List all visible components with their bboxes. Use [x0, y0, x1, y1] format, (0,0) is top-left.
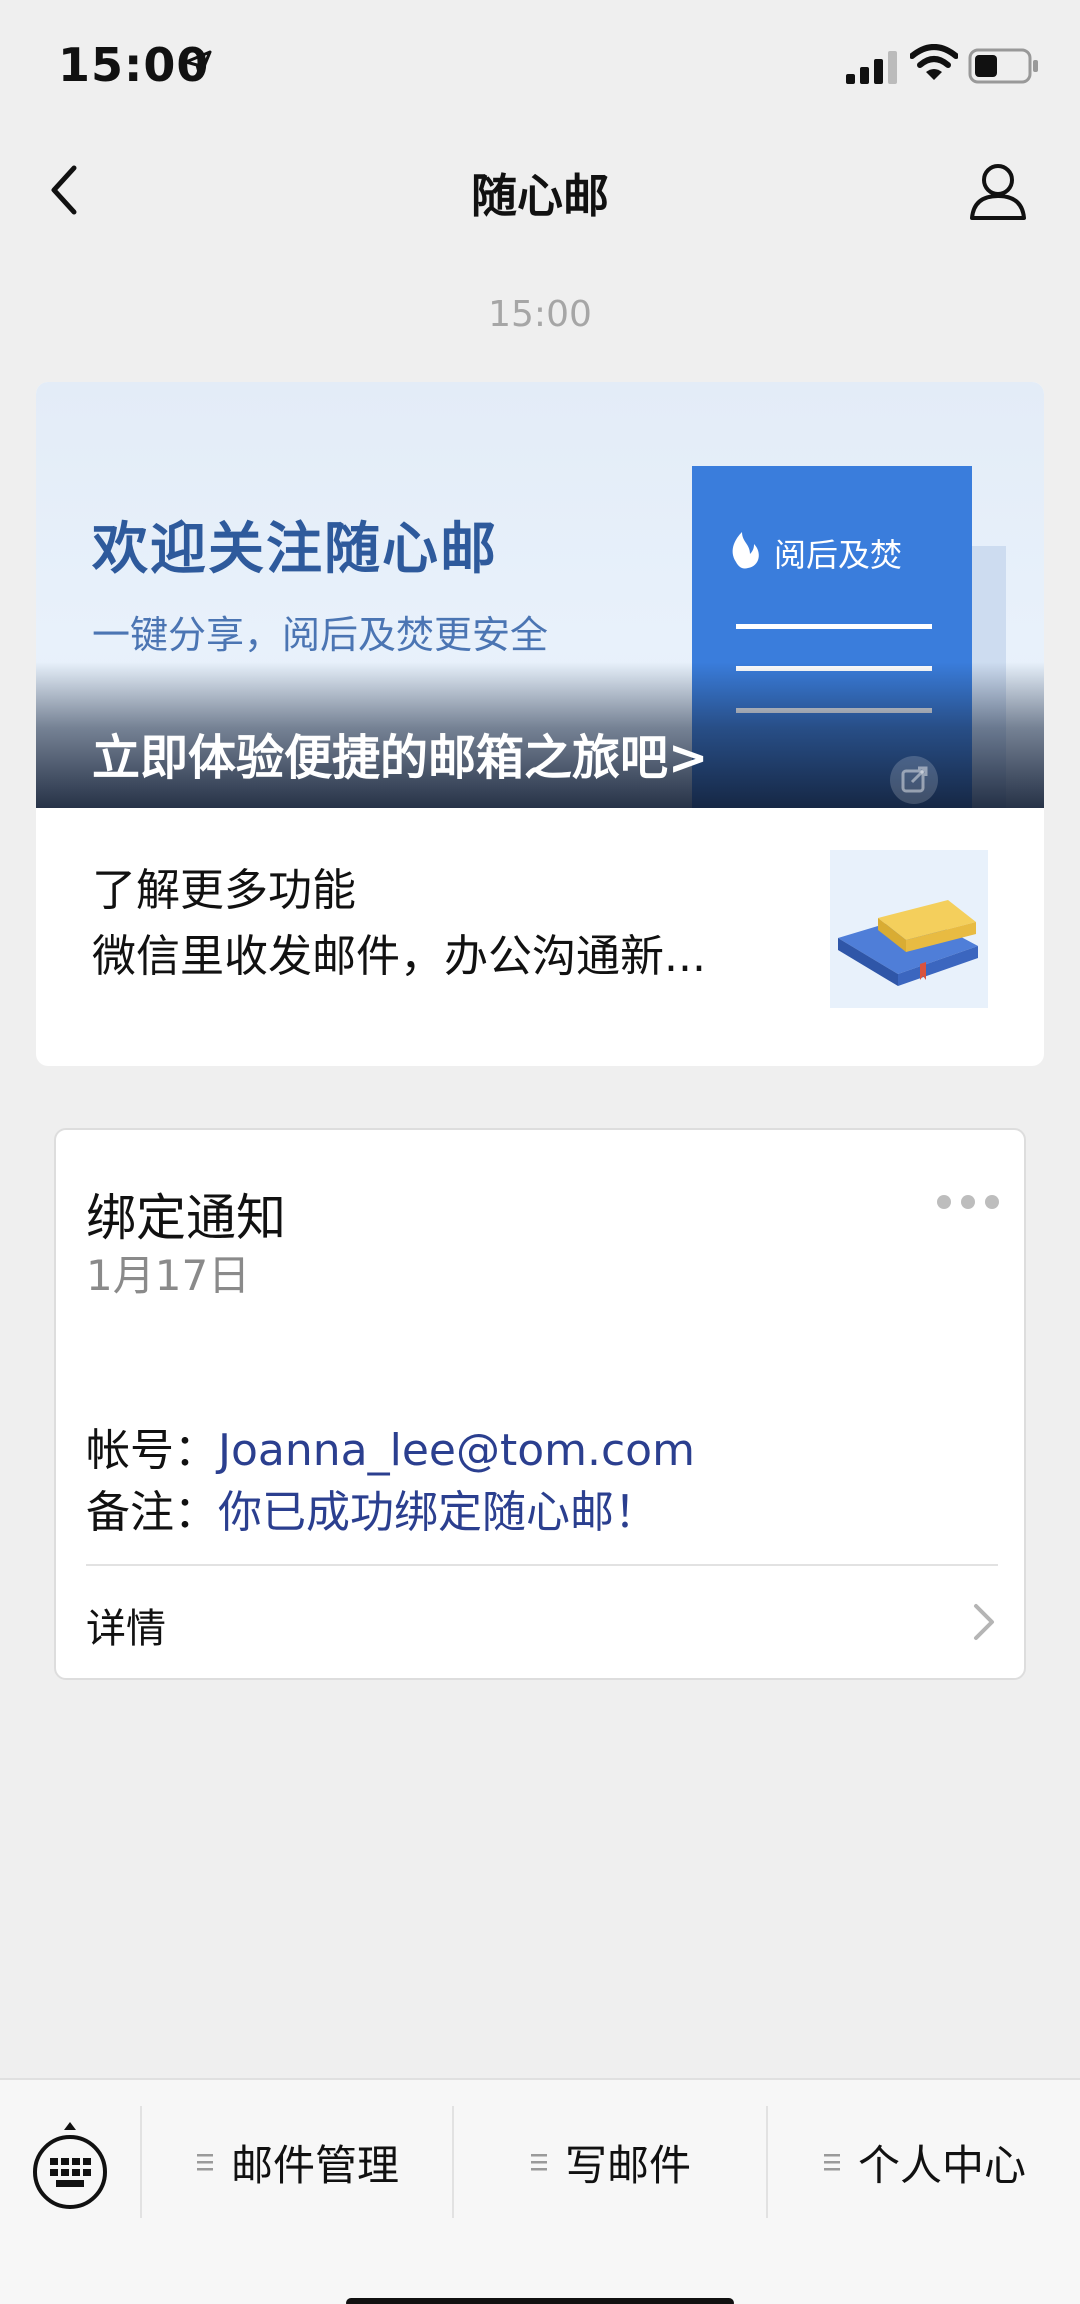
bottom-menu: 邮件管理 写邮件 个人中心	[0, 2078, 1080, 2304]
doc-badge-label: 阅后及焚	[774, 536, 902, 574]
notification-title: 绑定通知	[86, 1189, 286, 1247]
details-link[interactable]: 详情	[56, 1566, 1028, 1680]
status-bar: 15:00	[0, 0, 1080, 130]
article-banner[interactable]: 欢迎关注随心邮 一键分享，阅后及焚更安全 阅后及焚 立即体验便捷的邮箱之旅吧>	[36, 382, 1044, 808]
banner-cta[interactable]: 立即体验便捷的邮箱之旅吧>	[92, 718, 708, 788]
article-card[interactable]: 欢迎关注随心邮 一键分享，阅后及焚更安全 阅后及焚 立即体验便捷的邮箱之旅吧> …	[36, 382, 1044, 1066]
binding-notification-card: 绑定通知 1月17日 帐号：Joanna_lee@tom.com 备注：你已成功…	[54, 1128, 1026, 1680]
banner-subtitle: 一键分享，阅后及焚更安全	[92, 613, 549, 657]
note-value: 你已成功绑定随心邮！	[218, 1487, 658, 1538]
chevron-right-icon	[974, 1604, 994, 1640]
home-indicator[interactable]	[346, 2298, 734, 2304]
books-thumbnail	[830, 850, 988, 1008]
location-arrow-icon	[184, 50, 212, 78]
account-row: 帐号：Joanna_lee@tom.com	[86, 1414, 695, 1478]
banner-heading: 欢迎关注随心邮	[92, 517, 498, 582]
details-label: 详情	[86, 1606, 166, 1652]
wifi-icon	[910, 44, 958, 80]
profile-icon[interactable]	[966, 158, 1030, 222]
menu-lines-icon	[530, 2154, 547, 2171]
page-title: 随心邮	[471, 169, 609, 223]
menu-lines-icon	[823, 2154, 840, 2171]
keyboard-toggle-button[interactable]	[0, 2080, 140, 2244]
account-label: 帐号：	[86, 1425, 218, 1476]
menu-item-compose[interactable]: 写邮件	[454, 2080, 766, 2244]
more-options-icon[interactable]	[936, 1192, 1000, 1212]
note-row: 备注：你已成功绑定随心邮！	[86, 1476, 658, 1540]
keyboard-icon	[33, 2122, 107, 2209]
cellular-signal-icon	[846, 51, 897, 84]
nav-bar: 随心邮	[0, 130, 1080, 250]
note-label: 备注：	[86, 1487, 218, 1538]
menu-item-label: 邮件管理	[230, 2140, 399, 2190]
message-timestamp: 15:00	[488, 294, 592, 335]
menu-item-label: 写邮件	[564, 2140, 691, 2190]
notification-date: 1月17日	[86, 1251, 251, 1300]
share-icon	[890, 756, 938, 804]
more-features-description: 微信里收发邮件，办公沟通新...	[92, 931, 706, 982]
more-features-row[interactable]: 了解更多功能 微信里收发邮件，办公沟通新...	[36, 808, 1044, 1066]
menu-item-mail-management[interactable]: 邮件管理	[142, 2080, 452, 2244]
account-value: Joanna_lee@tom.com	[218, 1425, 695, 1476]
menu-lines-icon	[196, 2154, 213, 2171]
menu-item-label: 个人中心	[857, 2140, 1026, 2190]
more-features-title: 了解更多功能	[92, 865, 356, 916]
menu-item-personal-center[interactable]: 个人中心	[768, 2080, 1080, 2244]
battery-icon	[968, 48, 1038, 84]
books-icon	[838, 900, 978, 986]
